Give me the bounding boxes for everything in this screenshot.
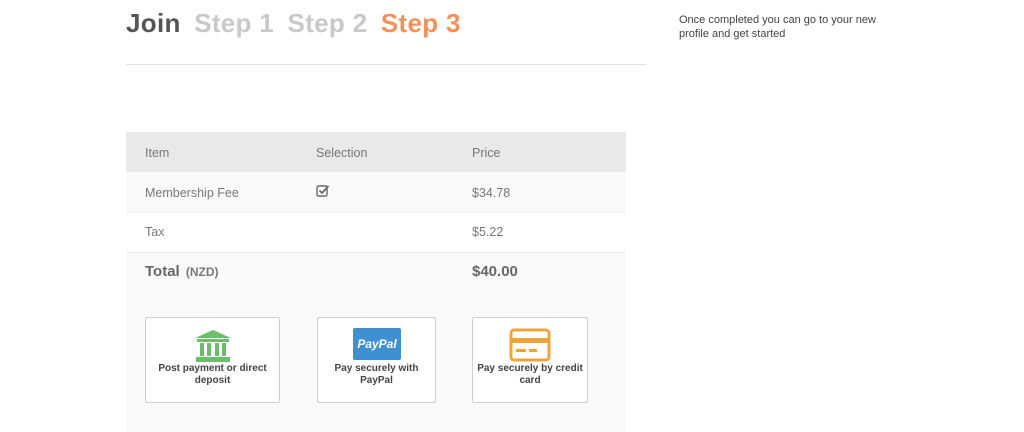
paypal-icon: PayPal	[352, 328, 401, 360]
currency-label: (NZD)	[185, 265, 219, 279]
step-2-indicator: Step 2	[287, 8, 368, 38]
join-heading: Join	[126, 8, 181, 38]
checkbox-checked-icon[interactable]	[316, 184, 330, 198]
table-row: Tax $5.22	[126, 212, 626, 253]
direct-deposit-option[interactable]: Post payment or direct deposit	[145, 317, 280, 403]
table-row: Membership Fee $34.78	[126, 172, 626, 212]
paypal-label: Pay securely with PayPal	[334, 363, 419, 386]
table-header: Item Selection Price	[126, 132, 626, 172]
credit-card-label: Pay securely by credit card	[477, 363, 583, 386]
total-row: Total (NZD) $40.00	[126, 252, 626, 293]
column-header-item: Item	[145, 146, 170, 160]
column-header-selection: Selection	[316, 146, 368, 160]
header-divider	[126, 64, 646, 65]
paypal-option[interactable]: PayPal Pay securely with PayPal	[317, 317, 436, 403]
item-name: Tax	[145, 225, 165, 239]
bank-icon	[194, 330, 231, 362]
step-3-indicator: Step 3	[380, 8, 461, 38]
total-label: Total (NZD)	[145, 263, 219, 280]
credit-card-option[interactable]: Pay securely by credit card	[472, 317, 588, 403]
total-price: $40.00	[472, 263, 518, 280]
completion-note: Once completed you can go to your new pr…	[679, 14, 876, 40]
direct-deposit-label: Post payment or direct deposit	[158, 363, 267, 386]
paypal-badge-text: PayPal	[357, 337, 397, 351]
item-name: Membership Fee	[145, 186, 239, 200]
credit-card-icon	[509, 328, 551, 362]
order-summary-panel: Item Selection Price Membership Fee $34.…	[126, 132, 626, 432]
page-title: Join Step 1 Step 2 Step 3	[126, 8, 467, 39]
item-price: $5.22	[472, 225, 504, 239]
step-1-indicator: Step 1	[194, 8, 275, 38]
column-header-price: Price	[472, 146, 501, 160]
item-price: $34.78	[472, 186, 511, 200]
